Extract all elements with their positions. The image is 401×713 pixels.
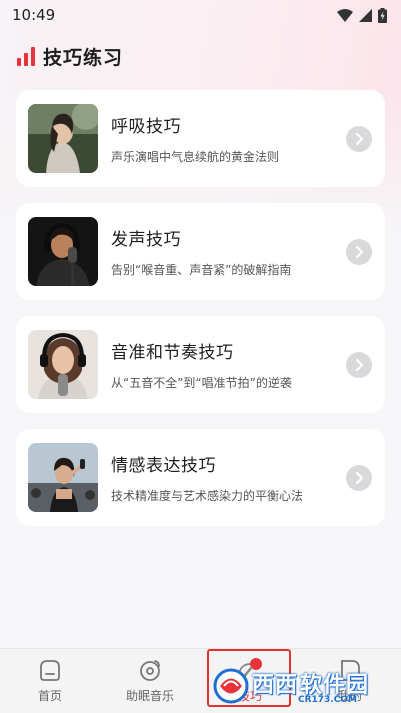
card-title: 呼吸技巧 (111, 117, 181, 137)
woman-headphones-studio-photo (28, 330, 98, 399)
technique-card-breathing[interactable]: 呼吸技巧 声乐演唱中气息续航的黄金法则 (16, 90, 385, 187)
home-icon (40, 660, 60, 681)
card-title: 情感表达技巧 (111, 456, 216, 476)
woman-outdoor-singing-photo (28, 104, 98, 173)
page-title: 技巧练习 (43, 46, 124, 69)
bar-chart-icon (17, 46, 35, 66)
chevron-right-icon[interactable] (346, 351, 372, 378)
watermark-url: CR173.COM (298, 695, 357, 705)
music-disc-icon (140, 660, 160, 681)
technique-card-vocalization[interactable]: 发声技巧 告别“喉音重、声音紧”的破解指南 (16, 203, 385, 300)
watermark-logo-icon (213, 668, 249, 704)
status-bar: 10:49 (0, 0, 401, 30)
nav-label: 助眠音乐 (125, 689, 174, 703)
nav-item-sleep-music[interactable]: 助眠音乐 (100, 649, 200, 713)
watermark: 西西 软件园 CR173.COM (212, 666, 382, 706)
watermark-text-red: 软件园 (300, 673, 370, 698)
page-header: 技巧练习 (17, 42, 123, 70)
card-text: 发声技巧 告别“喉音重、声音紧”的破解指南 (111, 225, 346, 278)
technique-card-emotion[interactable]: 情感表达技巧 技术精准度与艺术感染力的平衡心法 (16, 429, 385, 526)
nav-label: 首页 (37, 689, 62, 703)
technique-card-pitch-rhythm[interactable]: 音准和节奏技巧 从“五音不全”到“唱准节拍”的逆袭 (16, 316, 385, 413)
chevron-right-icon[interactable] (346, 464, 372, 491)
man-headphones-microphone-photo (28, 217, 98, 286)
cellular-signal-icon (359, 8, 372, 22)
card-text: 呼吸技巧 声乐演唱中气息续航的黄金法则 (111, 112, 346, 165)
watermark-text-blue: 西西 (252, 673, 299, 698)
chevron-right-icon[interactable] (346, 238, 372, 265)
card-subtitle: 声乐演唱中气息续航的黄金法则 (111, 150, 280, 164)
card-text: 音准和节奏技巧 从“五音不全”到“唱准节拍”的逆袭 (111, 338, 346, 391)
chevron-right-icon[interactable] (346, 125, 372, 152)
nav-item-home[interactable]: 首页 (0, 649, 100, 713)
card-text: 情感表达技巧 技术精准度与艺术感染力的平衡心法 (111, 451, 346, 504)
battery-icon (378, 7, 387, 23)
card-title: 音准和节奏技巧 (111, 343, 234, 363)
woman-stage-microphone-photo (28, 443, 98, 512)
wifi-icon (337, 8, 353, 22)
card-title: 发声技巧 (111, 230, 181, 250)
card-subtitle: 技术精准度与艺术感染力的平衡心法 (111, 489, 304, 503)
card-subtitle: 从“五音不全”到“唱准节拍”的逆袭 (111, 376, 292, 390)
status-time: 10:49 (12, 6, 56, 24)
card-subtitle: 告别“喉音重、声音紧”的破解指南 (111, 263, 292, 277)
technique-list: 呼吸技巧 声乐演唱中气息续航的黄金法则 发声技巧 告别“喉音重、声音紧”的破解指… (16, 90, 385, 542)
status-icons (337, 7, 387, 23)
